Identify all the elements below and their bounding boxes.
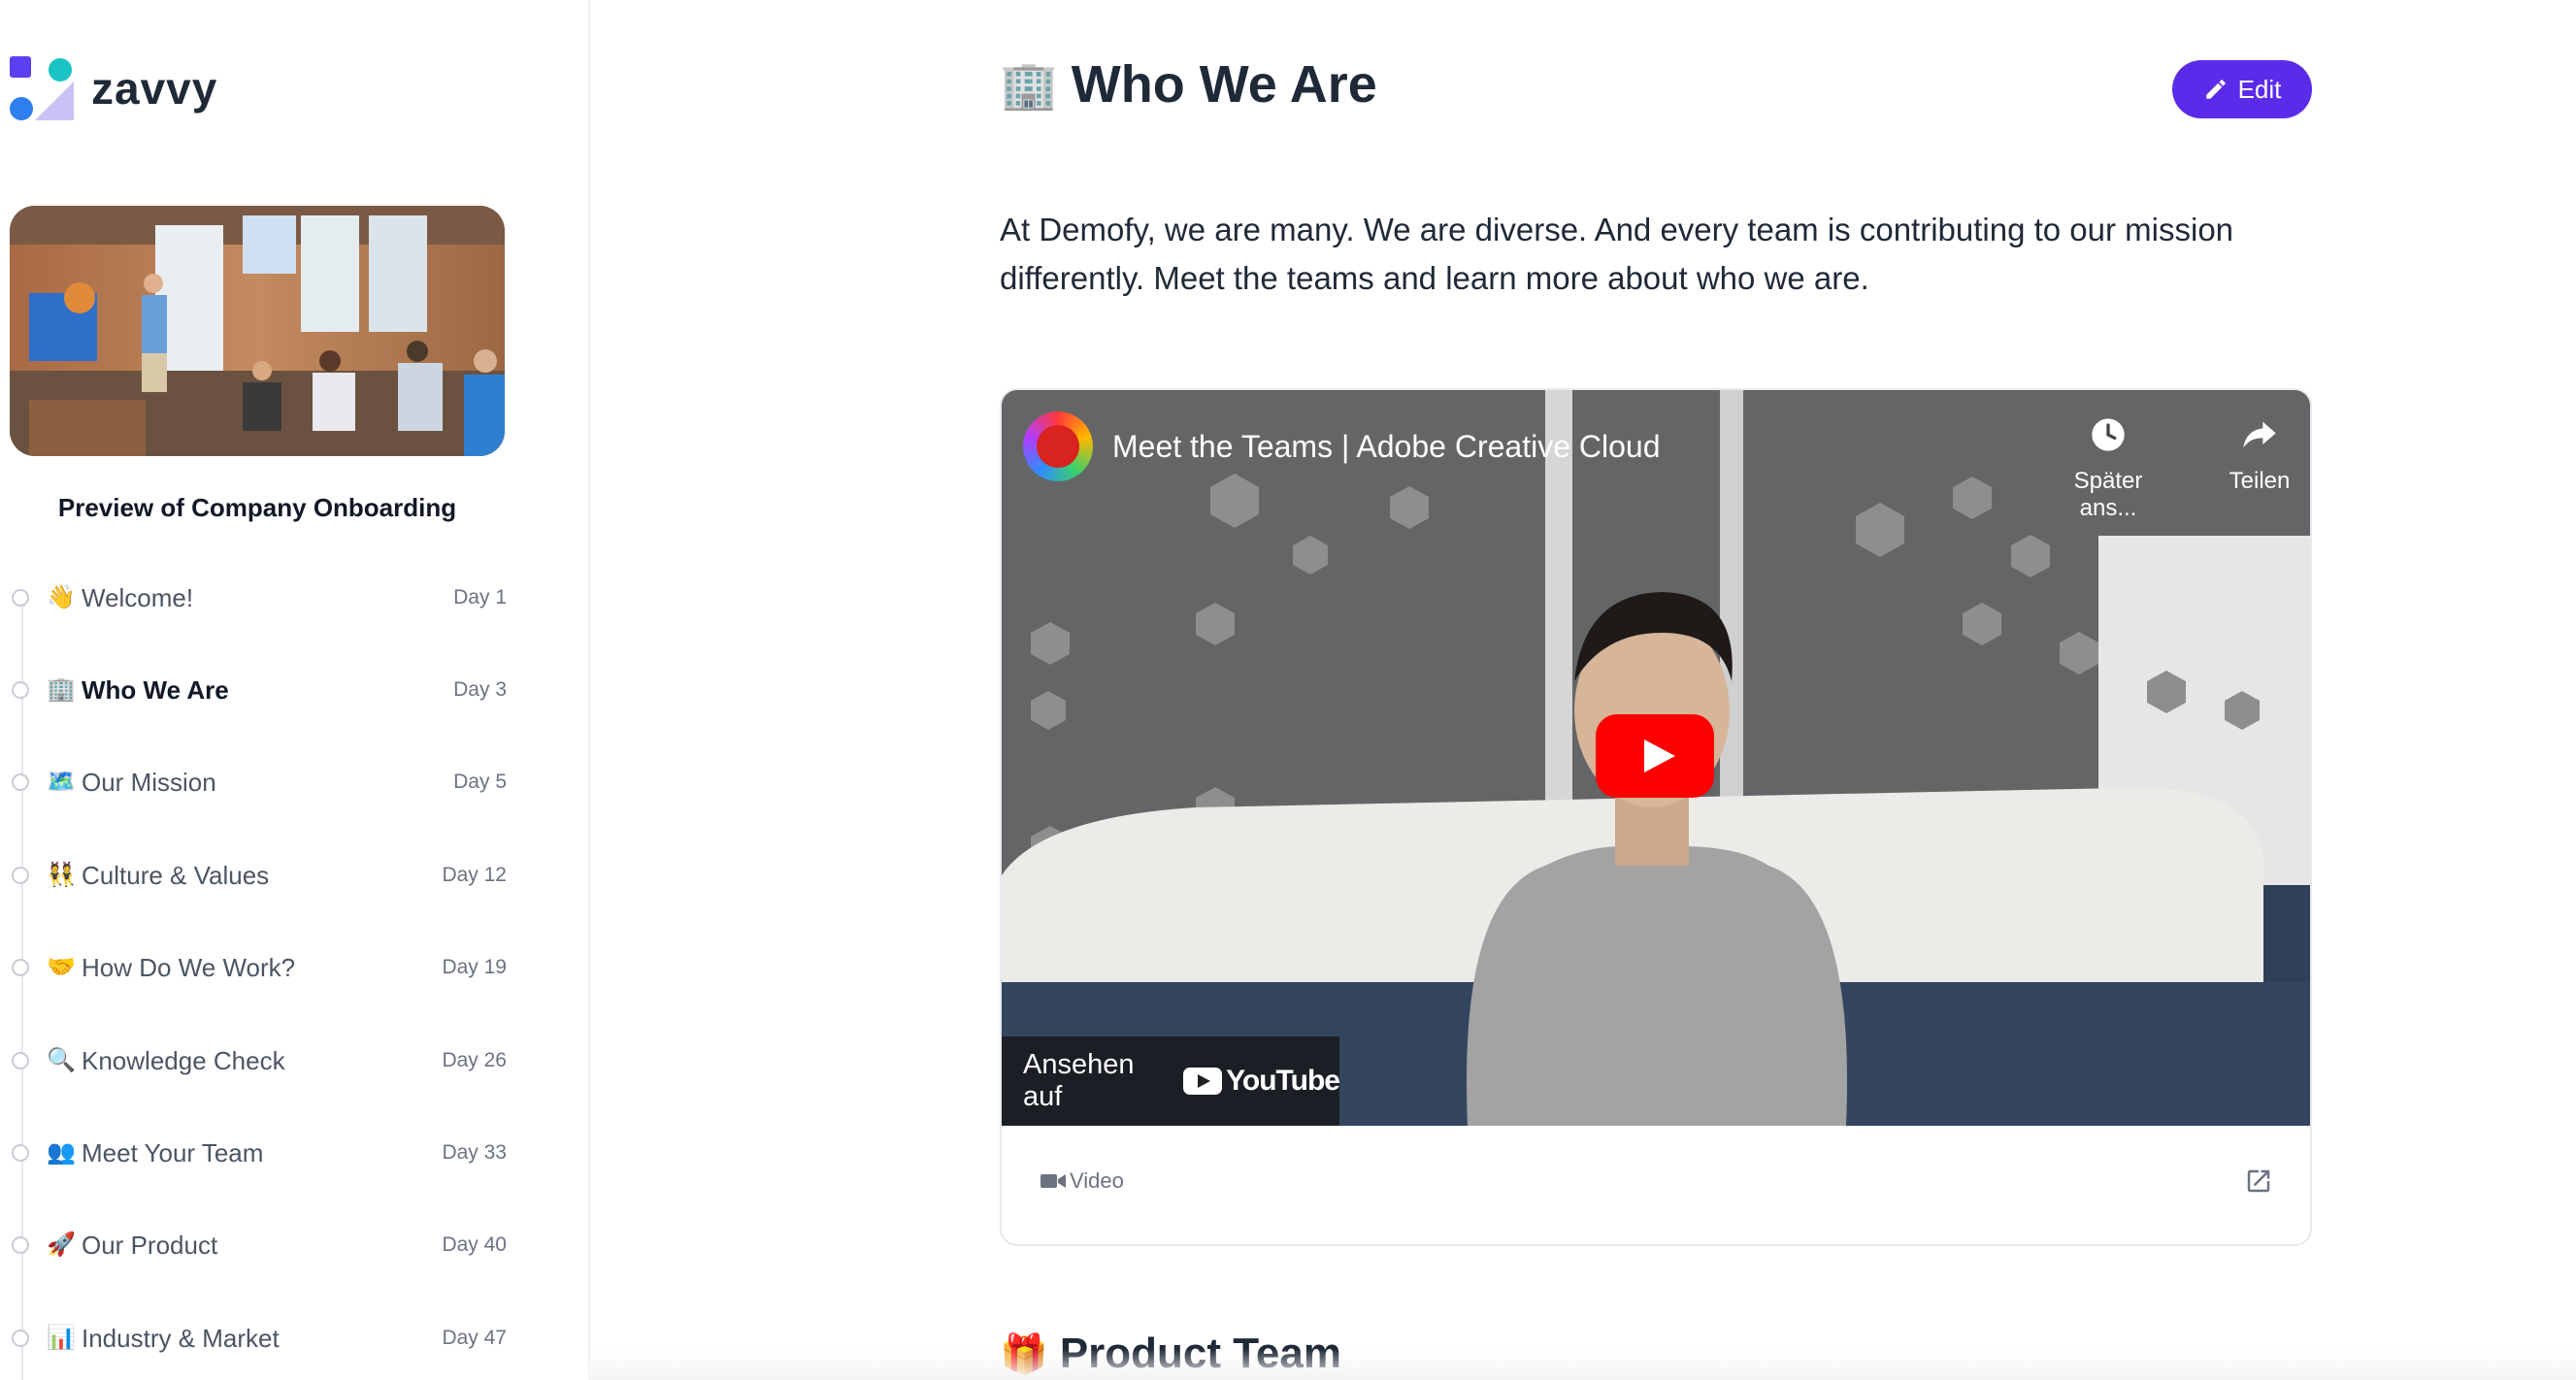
- video-type-label: Video: [1040, 1168, 1124, 1194]
- watch-later-label: Später ans...: [2073, 468, 2143, 521]
- step-label: Knowledge Check: [82, 1045, 285, 1075]
- zavvy-logo[interactable]: zavvy: [10, 56, 217, 120]
- step-status-circle: [12, 773, 29, 791]
- onboarding-cover-image: [10, 206, 505, 456]
- step-status-circle: [12, 867, 29, 884]
- youtube-embed[interactable]: Meet the Teams | Adobe Creative Cloud Sp…: [1002, 390, 2310, 1126]
- share-arrow-icon: [2243, 421, 2276, 448]
- step-status-circle: [12, 1330, 29, 1347]
- youtube-wordmark: YouTube: [1226, 1065, 1340, 1097]
- step-industry-market[interactable]: 📊 Industry & Market Day 47: [12, 1314, 507, 1363]
- watch-on-label: Ansehen auf: [1023, 1049, 1135, 1112]
- step-our-product[interactable]: 🚀 Our Product Day 40: [12, 1221, 507, 1269]
- step-status-circle: [12, 1052, 29, 1069]
- step-day: Day 33: [442, 1141, 507, 1164]
- logo-text: zavvy: [91, 63, 218, 114]
- step-day: Day 40: [442, 1233, 507, 1256]
- step-day: Day 47: [442, 1327, 507, 1349]
- sidebar: zavvy Preview of Company Onboarding 👋 We…: [0, 0, 590, 1380]
- step-meet-your-team[interactable]: 👥 Meet Your Team Day 33: [12, 1129, 507, 1177]
- preview-title: Preview of Company Onboarding: [57, 493, 457, 522]
- step-day: Day 1: [453, 586, 507, 608]
- step-day: Day 26: [442, 1049, 507, 1071]
- youtube-logo: YouTube: [1183, 1065, 1340, 1098]
- step-emoji: 🏢: [47, 676, 76, 703]
- step-how-do-we-work[interactable]: 🤝 How Do We Work? Day 19: [12, 943, 507, 992]
- video-card-footer: Video: [1002, 1126, 2310, 1244]
- step-status-circle: [12, 681, 29, 699]
- page-title-emoji: 🏢: [1000, 59, 1058, 112]
- youtube-play-icon: [1183, 1068, 1223, 1095]
- step-label: Industry & Market: [82, 1323, 280, 1353]
- step-label: Culture & Values: [82, 860, 270, 890]
- step-who-we-are[interactable]: 🏢 Who We Are Day 3: [12, 666, 507, 714]
- step-emoji: 📊: [47, 1325, 76, 1351]
- clock-icon: [2092, 418, 2125, 451]
- step-label: Our Mission: [82, 767, 216, 797]
- step-our-mission[interactable]: 🗺️ Our Mission Day 5: [12, 758, 507, 806]
- edit-button-label: Edit: [2237, 74, 2282, 104]
- bottom-fade: [588, 1349, 2576, 1380]
- step-emoji: 🔍: [47, 1047, 76, 1073]
- page-title-text: Who We Are: [1071, 55, 1377, 114]
- edit-button[interactable]: Edit: [2172, 60, 2312, 118]
- channel-avatar[interactable]: [1023, 411, 1093, 481]
- share-button[interactable]: Teilen: [2201, 415, 2310, 495]
- watch-on-youtube-button[interactable]: Ansehen auf YouTube: [1002, 1036, 1340, 1126]
- step-day: Day 12: [442, 864, 507, 886]
- step-knowledge-check[interactable]: 🔍 Knowledge Check Day 26: [12, 1036, 507, 1085]
- video-camera-icon: [1040, 1174, 1066, 1188]
- open-external-icon[interactable]: [2244, 1166, 2273, 1196]
- share-label: Teilen: [2229, 468, 2291, 494]
- step-label: How Do We Work?: [82, 952, 296, 982]
- step-emoji: 👋: [47, 584, 76, 610]
- step-emoji: 🗺️: [47, 769, 76, 795]
- step-label: Welcome!: [82, 582, 194, 612]
- step-label: Meet Your Team: [82, 1137, 264, 1167]
- watch-later-button[interactable]: Später ans...: [2050, 415, 2166, 522]
- zavvy-logo-mark: [10, 56, 74, 120]
- step-culture-values[interactable]: 👯 Culture & Values Day 12: [12, 851, 507, 900]
- video-type-text: Video: [1070, 1168, 1124, 1193]
- step-status-circle: [12, 1236, 29, 1254]
- page-title: 🏢 Who We Are: [1000, 54, 1377, 115]
- play-button[interactable]: [1596, 714, 1714, 798]
- step-label: Who We Are: [82, 674, 229, 705]
- step-status-circle: [12, 959, 29, 976]
- step-label: Our Product: [82, 1230, 218, 1260]
- video-title[interactable]: Meet the Teams | Adobe Creative Cloud: [1112, 429, 1660, 465]
- step-day: Day 19: [442, 956, 507, 978]
- step-day: Day 3: [453, 678, 507, 701]
- step-emoji: 🚀: [47, 1232, 76, 1258]
- step-day: Day 5: [453, 771, 507, 793]
- intro-text: At Demofy, we are many. We are diverse. …: [1000, 212, 2234, 296]
- step-welcome[interactable]: 👋 Welcome! Day 1: [12, 574, 507, 622]
- video-card: Meet the Teams | Adobe Creative Cloud Sp…: [1000, 388, 2312, 1246]
- step-emoji: 👯: [47, 862, 76, 888]
- pencil-icon: [2205, 80, 2226, 99]
- step-emoji: 🤝: [47, 954, 76, 980]
- step-emoji: 👥: [47, 1139, 76, 1166]
- step-status-circle: [12, 589, 29, 607]
- step-status-circle: [12, 1144, 29, 1162]
